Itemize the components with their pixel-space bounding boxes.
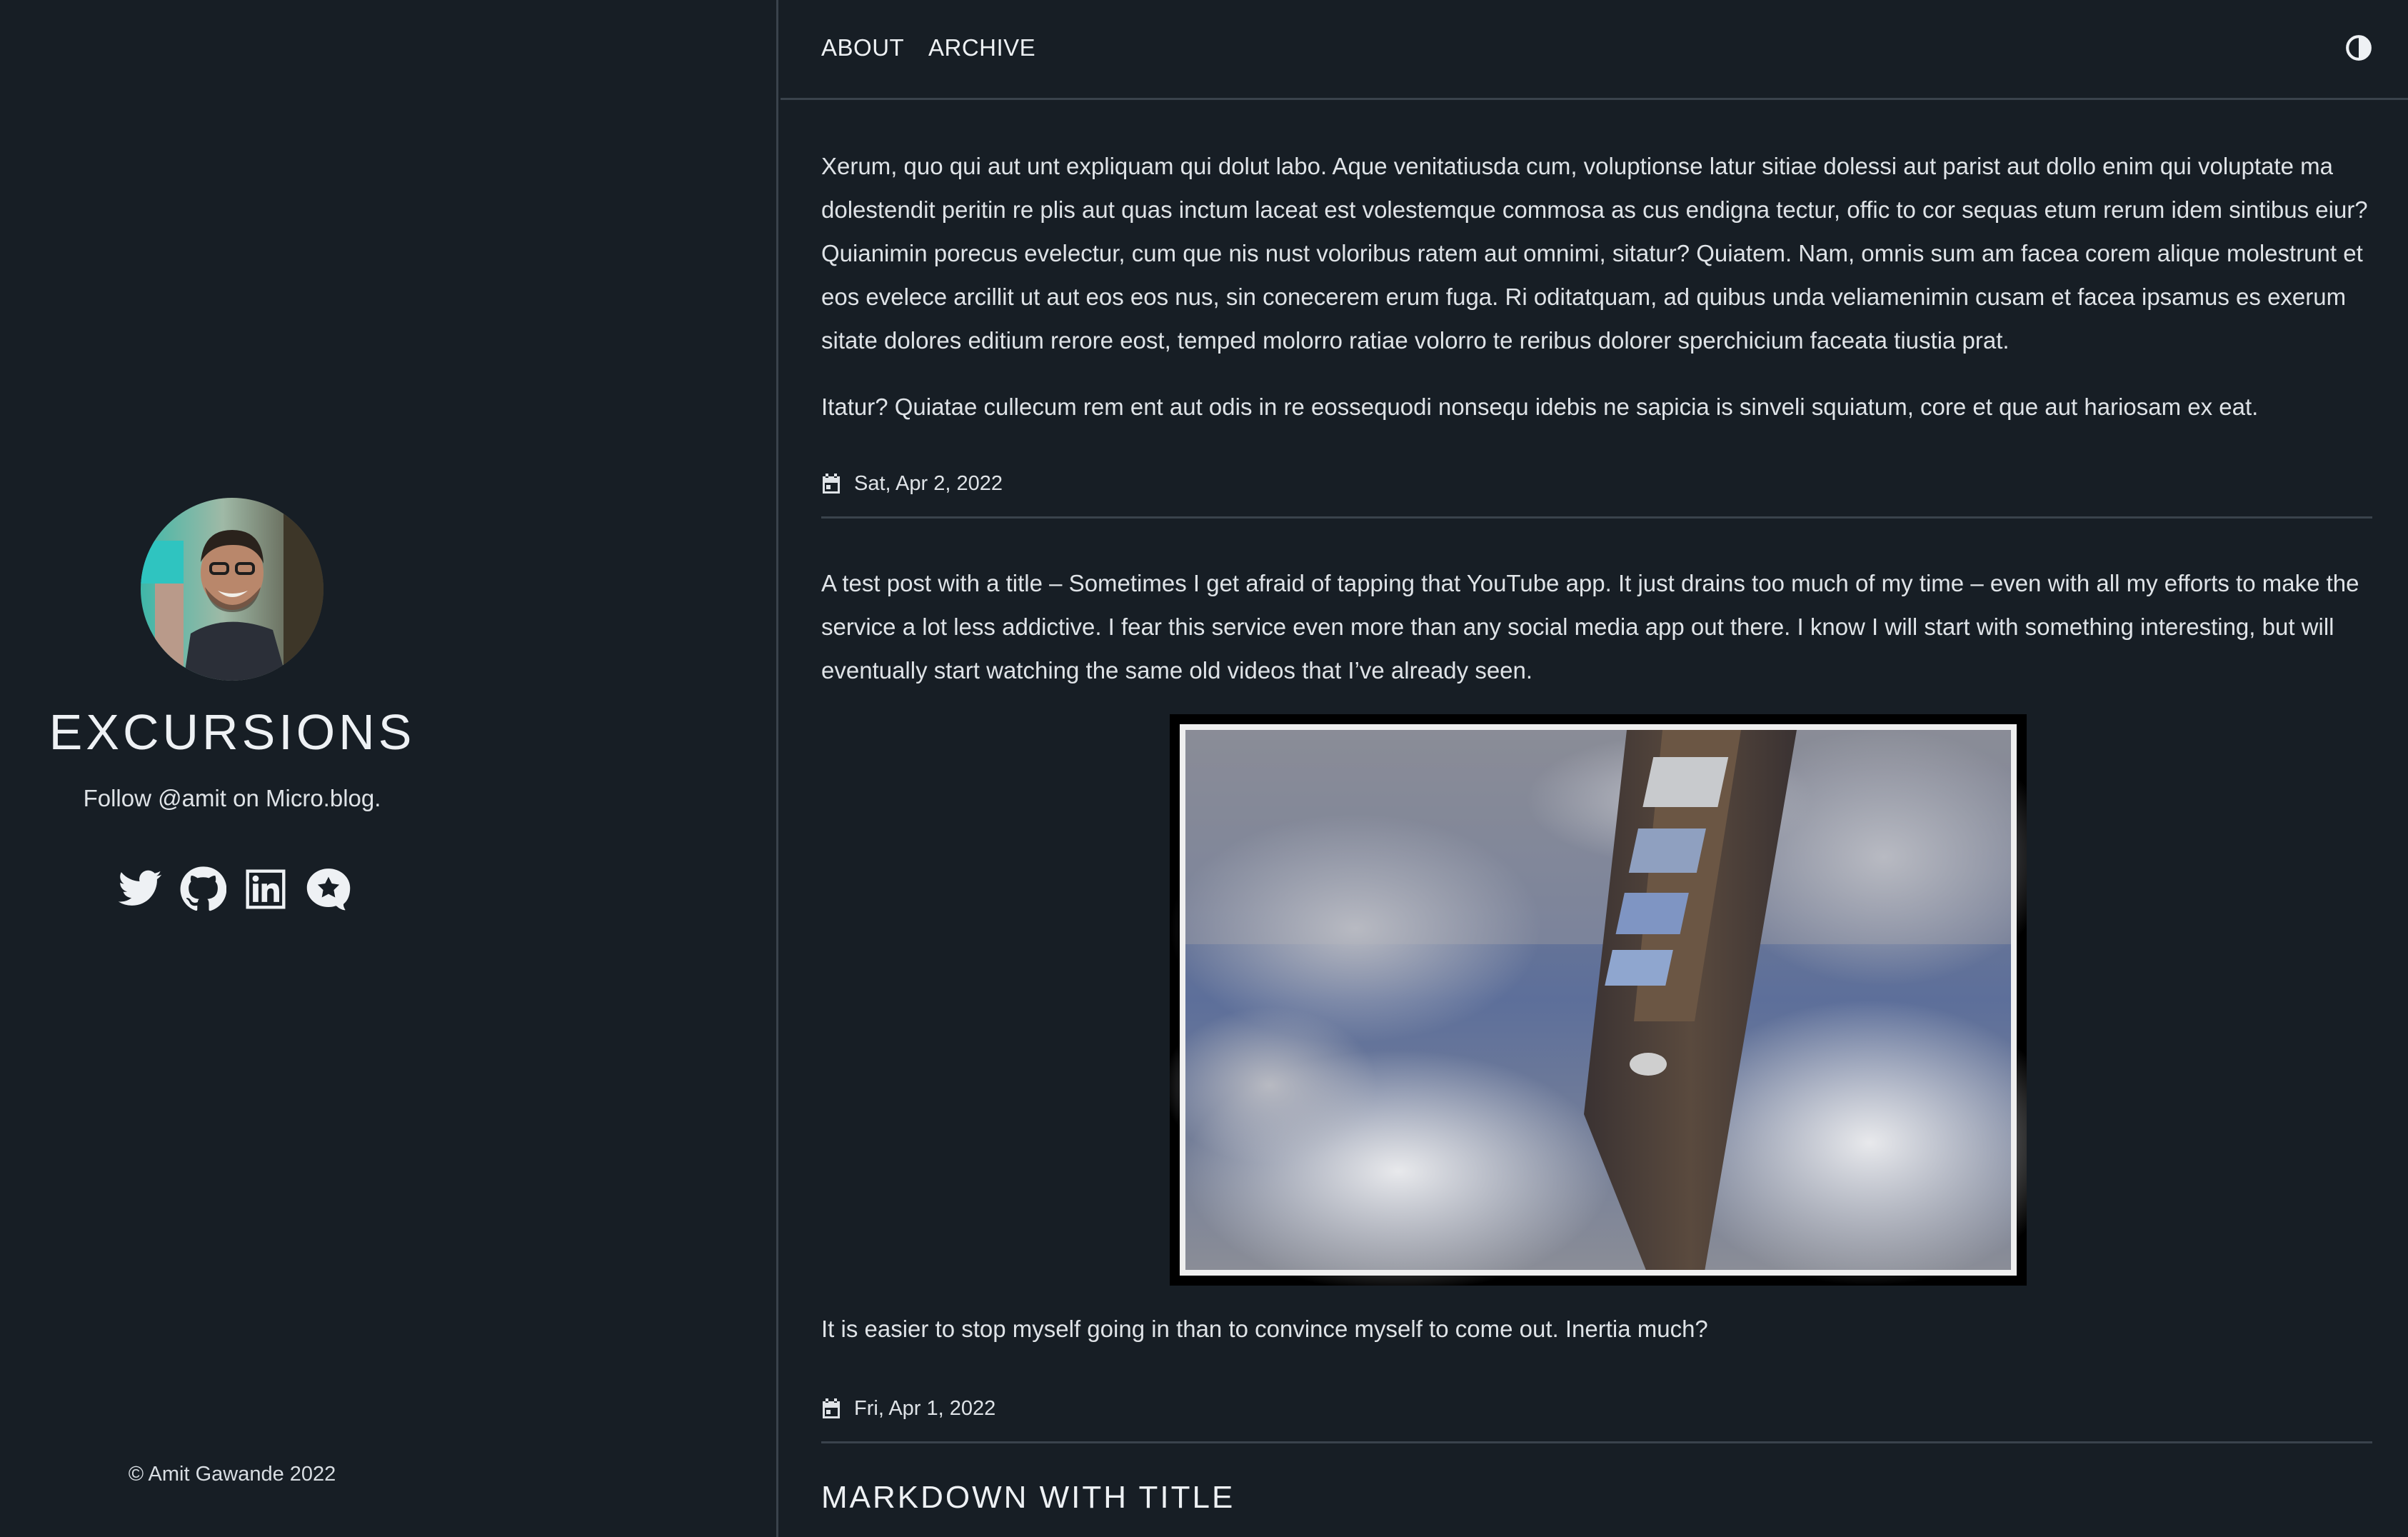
github-link[interactable] <box>179 866 227 913</box>
post: Xerum, quo qui aut unt expliquam qui dol… <box>821 144 2372 429</box>
theme-toggle-button[interactable] <box>2345 34 2372 61</box>
post-divider <box>821 516 2372 519</box>
post-paragraph: Itatur? Quiatae cullecum rem ent aut odi… <box>821 394 2259 420</box>
sky-bridge-photo <box>1163 724 2070 1293</box>
linkedin-icon <box>246 869 286 909</box>
tagline: Follow @amit on Micro.blog. <box>83 785 381 811</box>
microblog-icon <box>306 868 351 911</box>
post-date[interactable]: Sat, Apr 2, 2022 <box>821 469 1003 499</box>
social-links <box>116 864 352 914</box>
calendar-icon <box>823 474 840 494</box>
contrast-icon <box>2346 35 2372 61</box>
post-photo[interactable] <box>1163 714 2070 1293</box>
sidebar: EXCURSIONS Follow @amit on Micro.blog. ©… <box>0 0 778 1537</box>
linkedin-link[interactable] <box>242 866 289 913</box>
post-paragraph: It is easier to stop myself going in tha… <box>821 1316 1708 1342</box>
top-nav: ABOUT ARCHIVE <box>781 0 2408 100</box>
post: It is easier to stop myself going in tha… <box>821 1307 2372 1351</box>
site-title[interactable]: EXCURSIONS <box>0 704 464 761</box>
post-paragraph: A test post with a title – Sometimes I g… <box>821 570 2359 684</box>
twitter-icon <box>118 870 162 906</box>
post-date-text: Fri, Apr 1, 2022 <box>854 1396 996 1420</box>
post-title[interactable]: MARKDOWN WITH TITLE <box>821 1480 1235 1516</box>
microblog-link[interactable] <box>305 866 352 913</box>
nav-archive[interactable]: ARCHIVE <box>928 34 1035 61</box>
github-icon <box>180 866 227 911</box>
post-date[interactable]: Fri, Apr 1, 2022 <box>821 1393 995 1423</box>
post-date-text: Sat, Apr 2, 2022 <box>854 471 1003 495</box>
post-paragraph: Xerum, quo qui aut unt expliquam qui dol… <box>821 153 2368 354</box>
post-divider <box>821 1441 2372 1443</box>
copyright: © Amit Gawande 2022 <box>128 1463 336 1486</box>
avatar[interactable] <box>141 498 323 681</box>
twitter-link[interactable] <box>116 866 164 913</box>
post: A test post with a title – Sometimes I g… <box>821 561 2372 692</box>
nav-about[interactable]: ABOUT <box>821 34 904 61</box>
calendar-icon <box>823 1398 840 1418</box>
